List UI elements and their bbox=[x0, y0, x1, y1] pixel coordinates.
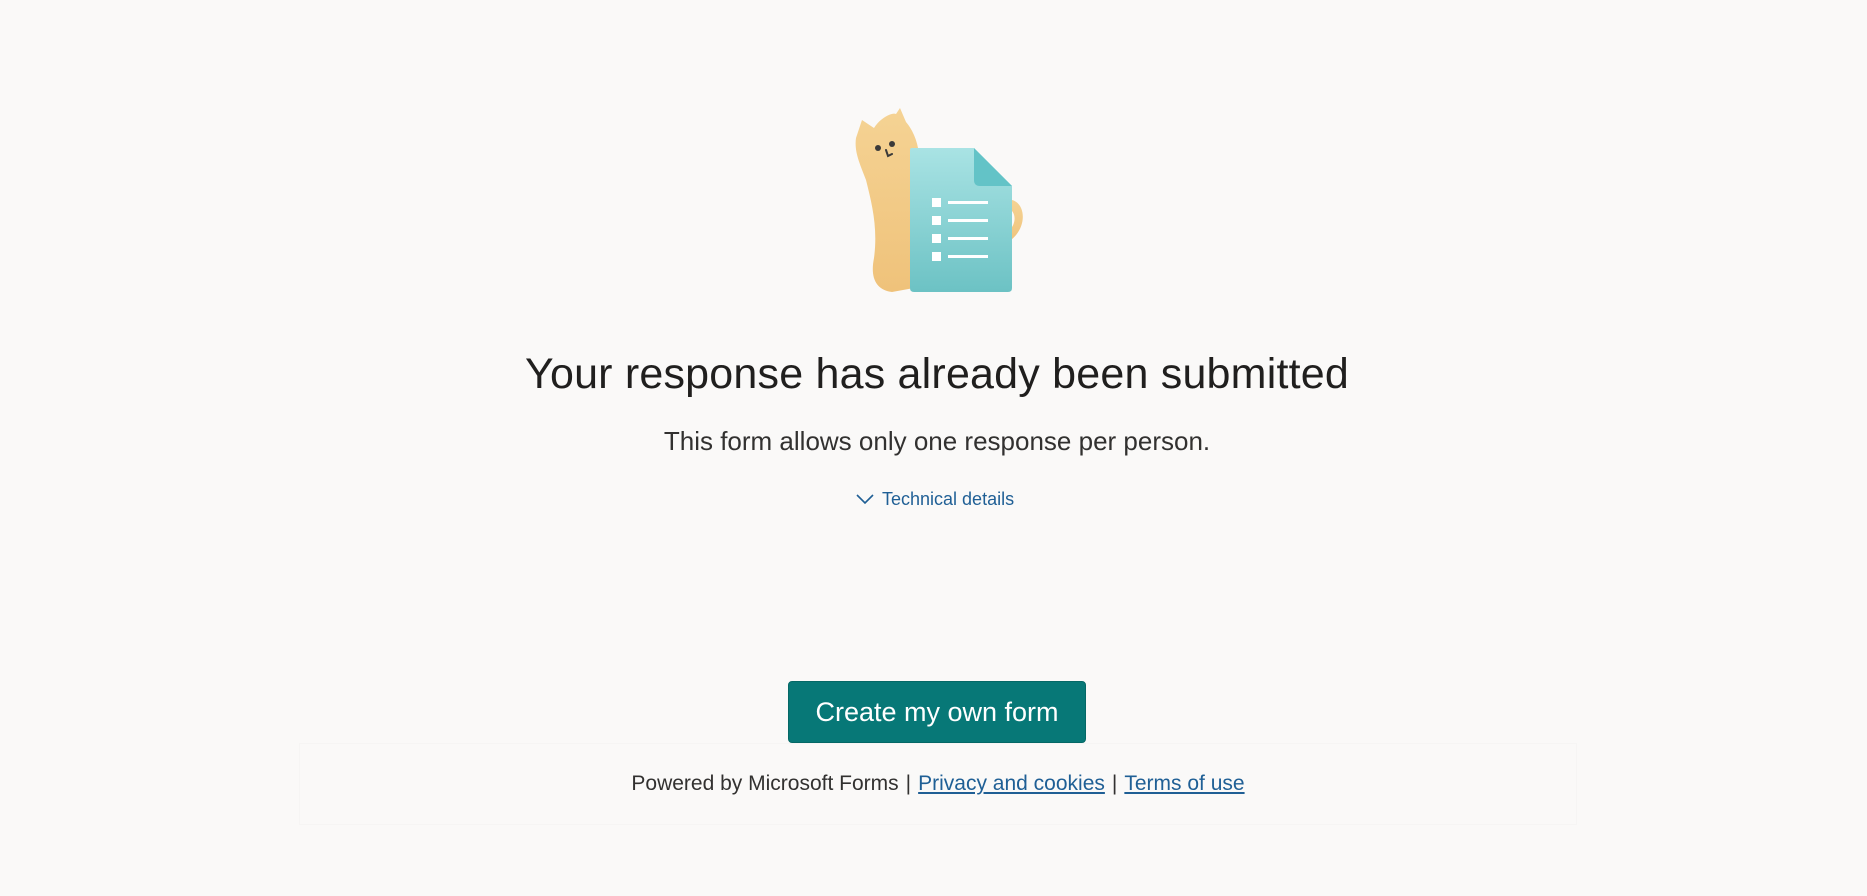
page-title: Your response has already been submitted bbox=[525, 350, 1349, 398]
footer-separator: | bbox=[1111, 772, 1118, 795]
chevron-down-icon bbox=[856, 494, 874, 505]
cat-with-form-icon bbox=[852, 108, 1052, 298]
powered-by-text: Powered by Microsoft Forms bbox=[631, 772, 899, 795]
submission-page: Your response has already been submitted… bbox=[0, 0, 1867, 896]
technical-details-label: Technical details bbox=[882, 488, 1015, 509]
page-subtitle: This form allows only one response per p… bbox=[663, 426, 1211, 456]
technical-details-toggle[interactable]: Technical details bbox=[856, 486, 1014, 512]
footer-separator: | bbox=[905, 772, 912, 795]
create-my-own-form-button[interactable]: Create my own form bbox=[788, 681, 1086, 743]
terms-of-use-link[interactable]: Terms of use bbox=[1124, 772, 1244, 796]
privacy-and-cookies-link[interactable]: Privacy and cookies bbox=[918, 772, 1105, 796]
footer: Powered by Microsoft Forms | Privacy and… bbox=[300, 744, 1576, 824]
